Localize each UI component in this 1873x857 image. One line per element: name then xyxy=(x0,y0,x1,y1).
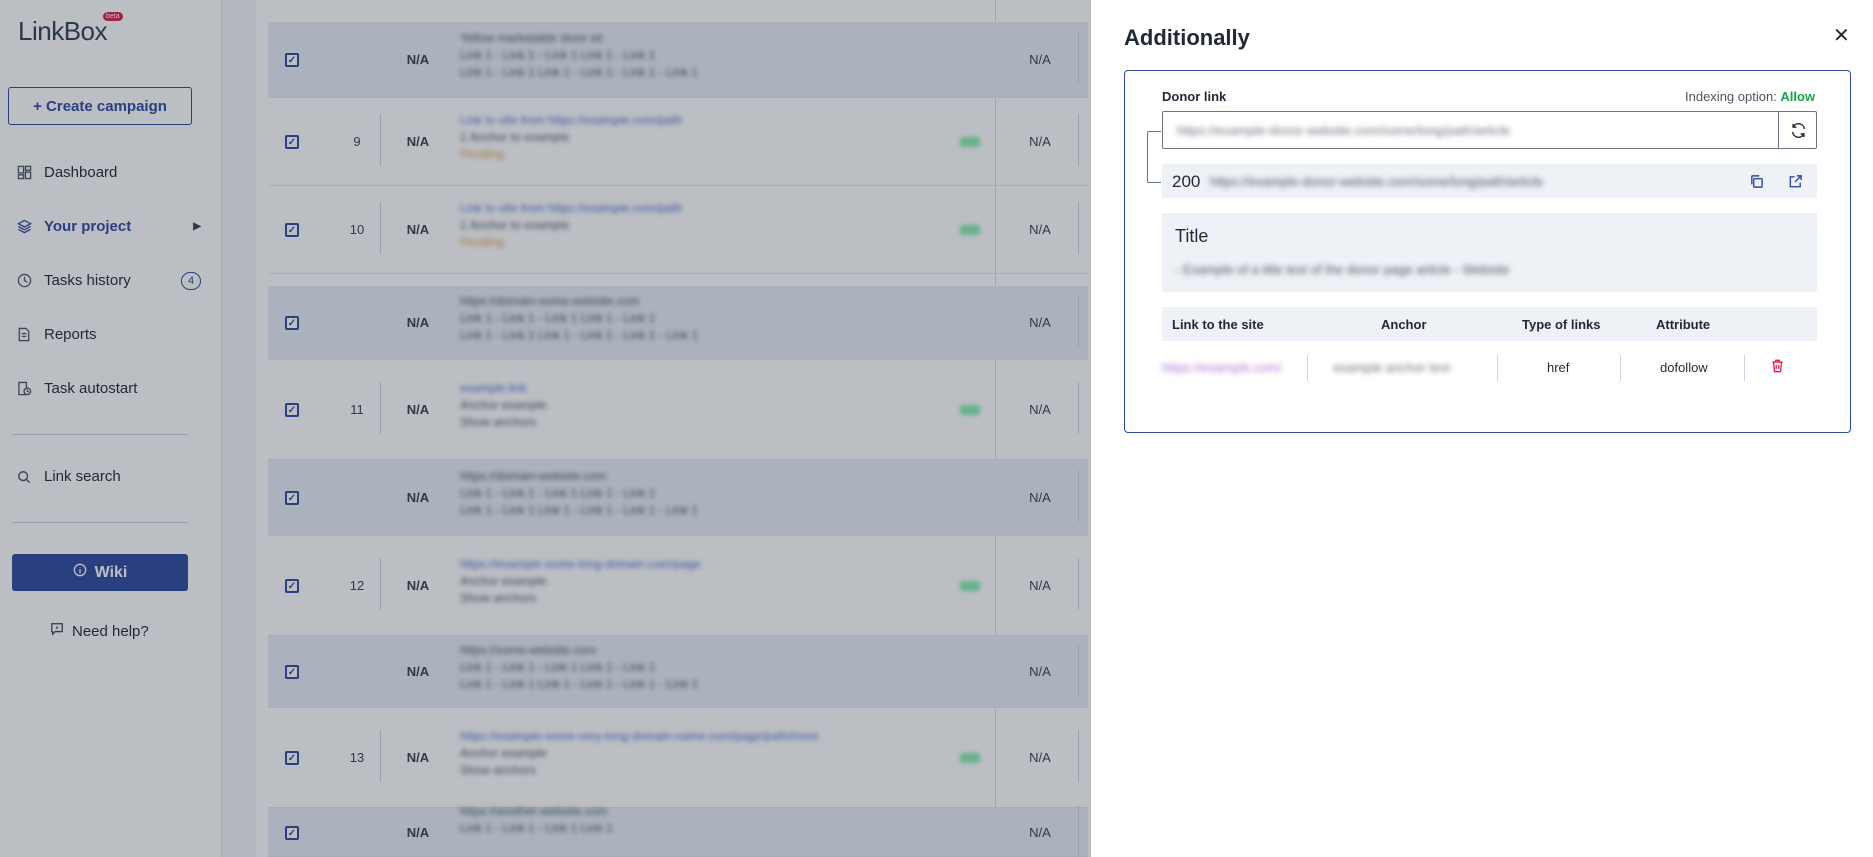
status-url: https://example-donor-website.com/some/l… xyxy=(1210,174,1544,189)
modal-backdrop[interactable] xyxy=(0,0,1091,857)
refresh-button[interactable] xyxy=(1778,112,1817,148)
title-value: - Example of a title text of the donor p… xyxy=(1175,262,1510,277)
status-row: 200 https://example-donor-website.com/so… xyxy=(1162,164,1817,198)
row-type: href xyxy=(1547,360,1570,375)
column-link-to-site: Link to the site xyxy=(1172,317,1264,332)
row-anchor: example anchor text xyxy=(1333,360,1451,375)
donor-link-field[interactable]: https://example-donor-website.com/some/l… xyxy=(1162,111,1817,149)
cell-divider xyxy=(1497,355,1498,381)
title-label: Title xyxy=(1175,226,1209,246)
column-attribute: Attribute xyxy=(1656,317,1711,332)
donor-link-value: https://example-donor-website.com/some/l… xyxy=(1177,123,1511,138)
indexing-option: Indexing option: Allow xyxy=(1685,89,1815,104)
refresh-icon xyxy=(1791,122,1805,138)
cell-divider xyxy=(1744,355,1745,381)
column-type-of-links: Type of links xyxy=(1522,317,1601,332)
status-code: 200 xyxy=(1172,172,1201,191)
copy-icon[interactable] xyxy=(1746,171,1766,191)
close-icon[interactable]: ✕ xyxy=(1833,26,1850,46)
donor-card: Donor link Indexing option: Allow https:… xyxy=(1124,70,1851,433)
cell-divider xyxy=(1307,355,1308,381)
links-table-header: Link to the site Anchor Type of links At… xyxy=(1162,307,1817,341)
external-link-icon[interactable] xyxy=(1785,171,1805,191)
panel-title: Additionally xyxy=(1124,25,1250,50)
row-attribute: dofollow xyxy=(1660,360,1708,375)
row-link[interactable]: https://example.com/ xyxy=(1162,360,1282,375)
cell-divider xyxy=(1620,355,1621,381)
donor-link-label: Donor link xyxy=(1162,89,1227,104)
trash-icon[interactable] xyxy=(1771,359,1784,376)
title-box: Title - Example of a title text of the d… xyxy=(1162,213,1817,292)
indexing-label: Indexing option: xyxy=(1685,89,1777,104)
column-anchor: Anchor xyxy=(1381,317,1427,332)
table-row: https://example.com/ example anchor text… xyxy=(1162,353,1817,383)
additionally-panel: Additionally ✕ Donor link Indexing optio… xyxy=(1091,0,1873,857)
indexing-value: Allow xyxy=(1780,89,1816,104)
tree-connector xyxy=(1147,131,1161,183)
